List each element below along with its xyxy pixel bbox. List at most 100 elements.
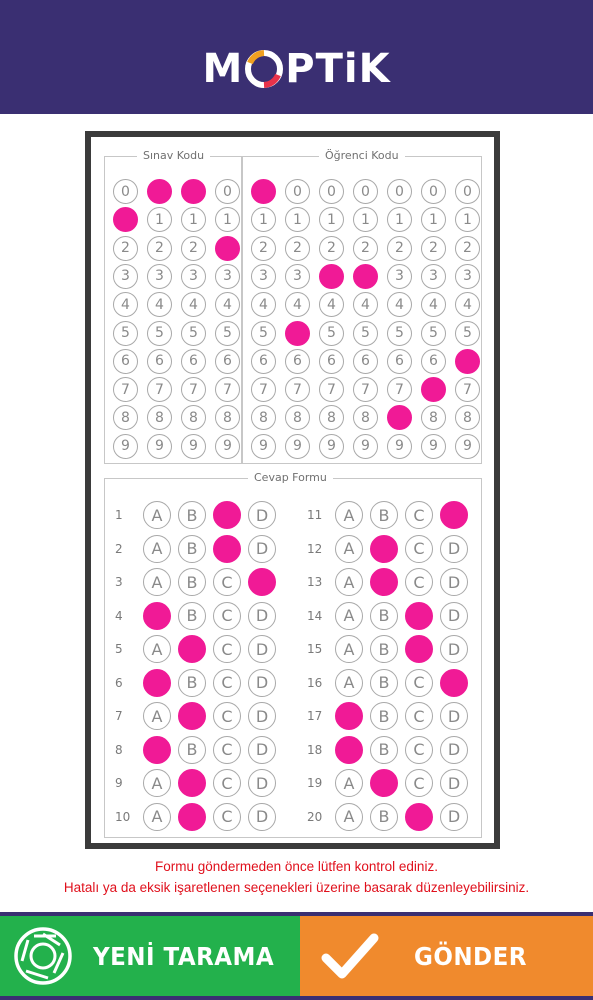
answer-option-bubble[interactable]: C bbox=[405, 501, 433, 529]
student-code-bubble[interactable]: 7 bbox=[455, 377, 480, 403]
answer-option-bubble[interactable]: B bbox=[178, 568, 206, 596]
student-code-bubble[interactable]: 3 bbox=[285, 263, 310, 289]
exam-code-bubble[interactable]: 9 bbox=[113, 433, 138, 459]
answer-option-bubble[interactable]: B bbox=[370, 601, 398, 630]
answer-option-bubble[interactable]: A bbox=[335, 769, 363, 797]
answer-option-bubble[interactable]: B bbox=[178, 534, 206, 563]
student-code-bubble[interactable]: 0 bbox=[353, 179, 378, 204]
answer-option-bubble[interactable]: C bbox=[213, 769, 241, 797]
student-code-bubble[interactable]: 2 bbox=[387, 235, 412, 261]
answer-option-bubble[interactable]: D bbox=[248, 568, 276, 596]
answer-option-bubble[interactable]: B bbox=[370, 501, 398, 529]
answer-option-bubble[interactable]: C bbox=[213, 735, 241, 764]
student-code-bubble[interactable]: 6 bbox=[285, 348, 310, 374]
student-code-bubble[interactable]: 2 bbox=[353, 235, 378, 261]
exam-code-bubble[interactable]: 3 bbox=[147, 263, 172, 289]
student-code-bubble[interactable]: 3 bbox=[251, 263, 276, 289]
student-code-bubble[interactable]: 5 bbox=[421, 320, 446, 346]
answer-option-bubble[interactable]: B bbox=[370, 534, 398, 563]
answer-option-bubble[interactable]: D bbox=[248, 769, 276, 797]
answer-option-bubble[interactable]: C bbox=[405, 668, 433, 697]
answer-option-bubble[interactable]: A bbox=[143, 501, 171, 529]
answer-option-bubble[interactable]: A bbox=[143, 769, 171, 797]
answer-option-bubble[interactable]: A bbox=[335, 735, 363, 764]
exam-code-bubble[interactable]: 7 bbox=[147, 377, 172, 403]
student-code-bubble[interactable]: 0 bbox=[251, 179, 276, 204]
answer-option-bubble[interactable]: C bbox=[213, 702, 241, 730]
answer-option-bubble[interactable]: A bbox=[143, 802, 171, 831]
answer-option-bubble[interactable]: A bbox=[143, 668, 171, 697]
student-code-bubble[interactable]: 7 bbox=[319, 377, 344, 403]
exam-code-bubble[interactable]: 5 bbox=[147, 320, 172, 346]
student-code-bubble[interactable]: 0 bbox=[455, 179, 480, 204]
student-code-bubble[interactable]: 3 bbox=[319, 263, 344, 289]
answer-option-bubble[interactable]: D bbox=[248, 668, 276, 697]
exam-code-bubble[interactable]: 6 bbox=[181, 348, 206, 374]
answer-option-bubble[interactable]: D bbox=[440, 635, 468, 663]
new-scan-button[interactable]: YENİ TARAMA bbox=[0, 916, 300, 996]
student-code-bubble[interactable]: 3 bbox=[421, 263, 446, 289]
answer-option-bubble[interactable]: C bbox=[213, 534, 241, 563]
answer-option-bubble[interactable]: B bbox=[370, 802, 398, 831]
answer-option-bubble[interactable]: C bbox=[213, 802, 241, 831]
answer-option-bubble[interactable]: D bbox=[440, 601, 468, 630]
student-code-bubble[interactable]: 9 bbox=[353, 433, 378, 459]
answer-option-bubble[interactable]: D bbox=[248, 534, 276, 563]
exam-code-bubble[interactable]: 0 bbox=[147, 179, 172, 204]
student-code-bubble[interactable]: 9 bbox=[251, 433, 276, 459]
student-code-bubble[interactable]: 6 bbox=[319, 348, 344, 374]
answer-option-bubble[interactable]: A bbox=[143, 635, 171, 663]
exam-code-bubble[interactable]: 6 bbox=[215, 348, 240, 374]
answer-option-bubble[interactable]: D bbox=[248, 501, 276, 529]
answer-option-bubble[interactable]: B bbox=[178, 635, 206, 663]
student-code-bubble[interactable]: 7 bbox=[387, 377, 412, 403]
answer-option-bubble[interactable]: B bbox=[178, 501, 206, 529]
answer-option-bubble[interactable]: A bbox=[143, 702, 171, 730]
answer-option-bubble[interactable]: C bbox=[213, 501, 241, 529]
answer-option-bubble[interactable]: C bbox=[405, 568, 433, 596]
answer-option-bubble[interactable]: C bbox=[405, 635, 433, 663]
student-code-bubble[interactable]: 5 bbox=[251, 320, 276, 346]
answer-option-bubble[interactable]: A bbox=[335, 534, 363, 563]
student-code-bubble[interactable]: 0 bbox=[285, 179, 310, 204]
exam-code-bubble[interactable]: 7 bbox=[181, 377, 206, 403]
answer-option-bubble[interactable]: D bbox=[248, 601, 276, 630]
answer-option-bubble[interactable]: A bbox=[143, 735, 171, 764]
answer-option-bubble[interactable]: C bbox=[405, 769, 433, 797]
student-code-bubble[interactable]: 5 bbox=[455, 320, 480, 346]
answer-option-bubble[interactable]: B bbox=[178, 601, 206, 630]
student-code-bubble[interactable]: 7 bbox=[353, 377, 378, 403]
answer-option-bubble[interactable]: B bbox=[178, 735, 206, 764]
student-code-bubble[interactable]: 6 bbox=[353, 348, 378, 374]
student-code-bubble[interactable]: 3 bbox=[455, 263, 480, 289]
answer-option-bubble[interactable]: A bbox=[335, 501, 363, 529]
exam-code-bubble[interactable]: 3 bbox=[113, 263, 138, 289]
student-code-bubble[interactable]: 6 bbox=[421, 348, 446, 374]
exam-code-bubble[interactable]: 2 bbox=[113, 235, 138, 261]
answer-option-bubble[interactable]: D bbox=[440, 568, 468, 596]
answer-option-bubble[interactable]: B bbox=[178, 668, 206, 697]
answer-option-bubble[interactable]: B bbox=[370, 702, 398, 730]
answer-option-bubble[interactable]: B bbox=[178, 802, 206, 831]
student-code-bubble[interactable]: 9 bbox=[387, 433, 412, 459]
student-code-bubble[interactable]: 0 bbox=[319, 179, 344, 204]
answer-option-bubble[interactable]: A bbox=[335, 702, 363, 730]
answer-option-bubble[interactable]: C bbox=[213, 668, 241, 697]
exam-code-bubble[interactable]: 2 bbox=[147, 235, 172, 261]
answer-option-bubble[interactable]: D bbox=[440, 668, 468, 697]
student-code-bubble[interactable]: 0 bbox=[387, 179, 412, 204]
answer-option-bubble[interactable]: A bbox=[335, 601, 363, 630]
student-code-bubble[interactable]: 9 bbox=[421, 433, 446, 459]
student-code-bubble[interactable]: 9 bbox=[319, 433, 344, 459]
student-code-bubble[interactable]: 2 bbox=[421, 235, 446, 261]
exam-code-bubble[interactable]: 0 bbox=[113, 179, 138, 204]
student-code-bubble[interactable]: 5 bbox=[285, 320, 310, 346]
student-code-bubble[interactable]: 6 bbox=[387, 348, 412, 374]
student-code-bubble[interactable]: 7 bbox=[251, 377, 276, 403]
exam-code-bubble[interactable]: 5 bbox=[181, 320, 206, 346]
answer-option-bubble[interactable]: C bbox=[405, 601, 433, 630]
student-code-bubble[interactable]: 2 bbox=[319, 235, 344, 261]
answer-option-bubble[interactable]: D bbox=[440, 534, 468, 563]
answer-option-bubble[interactable]: C bbox=[213, 601, 241, 630]
answer-option-bubble[interactable]: B bbox=[178, 702, 206, 730]
